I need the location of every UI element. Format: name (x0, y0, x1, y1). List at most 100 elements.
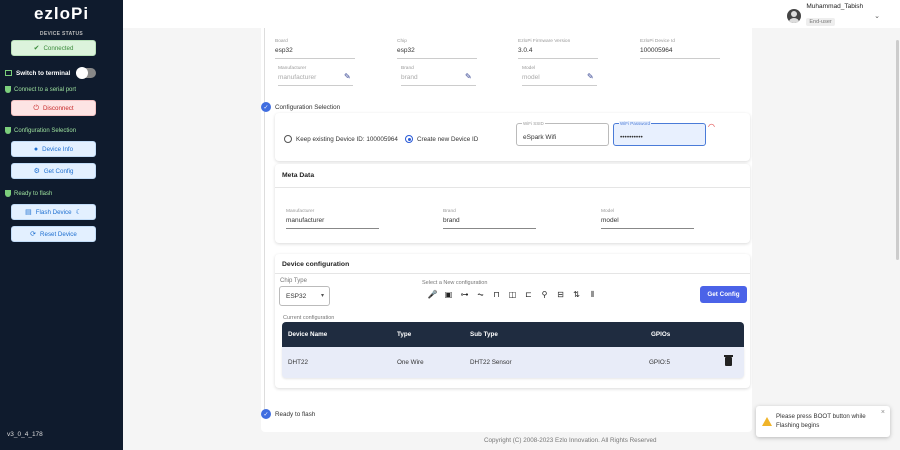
model-underline (522, 85, 597, 86)
check-circle-icon: ✔ (33, 44, 40, 52)
warning-icon (762, 417, 772, 426)
chip-field: Chip esp32 (397, 39, 415, 54)
keep-existing-label: Keep existing Device ID: 100005964 (296, 135, 398, 143)
chip-label: Chip (397, 39, 407, 44)
device-info-label: Device Info (42, 145, 74, 153)
meta-manufacturer-value: manufacturer (286, 217, 325, 224)
spinner-icon: ☾ (75, 208, 82, 216)
brand-value: brand (401, 74, 418, 81)
top-bar: Muhammad_Tabish End-user ⌄ (123, 0, 900, 28)
step-ready-flash-label: Ready to flash (275, 410, 316, 418)
reset-device-label: Reset Device (40, 230, 77, 238)
connected-button[interactable]: ✔ Connected (11, 40, 96, 56)
close-icon[interactable]: × (881, 409, 885, 416)
swap-icon[interactable]: ⇅ (571, 289, 582, 300)
uart-icon[interactable]: ⊏ (523, 289, 534, 300)
device-info-button[interactable]: ● Device Info (11, 141, 96, 157)
antenna-icon[interactable]: ⚲ (539, 289, 550, 300)
firmware-field: EzloPi Firmware Version 3.0.4 (518, 39, 570, 54)
device-id-value: 100005964 (640, 47, 673, 54)
edit-manufacturer-icon[interactable]: ✎ (344, 72, 351, 81)
user-name: Muhammad_Tabish (806, 3, 864, 10)
wifi-off-icon[interactable]: ◠ (708, 122, 715, 131)
terminal-toggle[interactable] (76, 67, 97, 79)
meta-brand-field[interactable]: Brand brand (443, 209, 460, 224)
toast-message: Please press BOOT button while Flashing … (776, 413, 866, 429)
firmware-underline (518, 58, 598, 59)
disconnect-button[interactable]: ⏻ Disconnect (11, 100, 96, 116)
meta-model-value: model (601, 217, 619, 224)
sidebar: ezloPi DEVICE STATUS ✔ Connected Switch … (0, 0, 123, 450)
manufacturer-field[interactable]: Manufacturer manufacturer (278, 66, 316, 81)
dimmer-icon[interactable]: ⏦ (475, 289, 486, 300)
config-icon-list: 🎤 ▣ ⊶ ⏦ ⊓ ◫ ⊏ ⚲ ⊟ ⇅ ⫴ (427, 289, 598, 300)
meta-brand-underline (443, 228, 536, 229)
config-selection-label: Configuration Selection (14, 127, 77, 134)
board-field: Board esp32 (275, 39, 293, 54)
th-type: Type (397, 331, 412, 338)
meta-brand-value: brand (443, 217, 460, 224)
spi-icon[interactable]: ⫴ (587, 289, 598, 300)
wifi-password-input[interactable]: WiFi Password •••••••••• (613, 121, 706, 146)
table-row: DHT22 One Wire DHT22 Sensor GPIO:5 (282, 347, 744, 378)
meta-data-title: Meta Data (282, 172, 315, 179)
edit-brand-icon[interactable]: ✎ (465, 72, 472, 81)
step-ready-flash: ✓ Ready to flash (261, 409, 315, 419)
model-field[interactable]: Model model (522, 66, 540, 81)
avatar (787, 8, 802, 23)
device-config-title: Device configuration (282, 261, 350, 268)
servo-icon[interactable]: ⊶ (459, 289, 470, 300)
wifi-password-value: •••••••••• (620, 134, 643, 141)
disconnect-label: Disconnect (42, 104, 74, 112)
reset-device-button[interactable]: ⟳ Reset Device (11, 226, 96, 242)
power-icon: ⏻ (33, 104, 39, 112)
model-label: Model (522, 66, 536, 71)
get-config-button[interactable]: Get Config (700, 286, 747, 303)
radio-unchecked-icon (284, 135, 292, 143)
th-device-name: Device Name (288, 331, 328, 338)
chevron-down-icon[interactable]: ⌄ (874, 12, 880, 20)
pulse-icon[interactable]: ⊓ (491, 289, 502, 300)
user-menu[interactable]: Muhammad_Tabish End-user ⌄ (787, 3, 880, 28)
create-new-radio[interactable]: Create new Device ID (405, 135, 478, 143)
flash-icon: ▤ (25, 208, 32, 216)
edit-model-icon[interactable]: ✎ (587, 72, 594, 81)
trash-icon[interactable] (724, 355, 733, 366)
info-icon: ● (33, 145, 39, 153)
connect-serial-section: Connect to a serial port (5, 86, 76, 93)
scrollbar[interactable] (896, 40, 899, 260)
meta-manufacturer-field[interactable]: Manufacturer manufacturer (286, 209, 324, 224)
switch-terminal-row: Switch to terminal (5, 67, 97, 79)
chip-value: esp32 (397, 47, 415, 54)
manufacturer-label: Manufacturer (278, 66, 307, 71)
select-new-config-label: Select a New configuration (422, 280, 488, 286)
chevron-down-icon: ▾ (320, 293, 324, 299)
board-label: Board (275, 39, 288, 44)
relay-icon[interactable]: ▣ (443, 289, 454, 300)
meta-model-field[interactable]: Model model (601, 209, 619, 224)
radio-checked-icon (405, 135, 413, 143)
board-value: esp32 (275, 47, 293, 54)
wifi-ssid-input[interactable]: WiFi SSID eSpark Wifi (516, 121, 609, 146)
gear-icon: ⚙ (33, 167, 40, 175)
wifi-ssid-value: eSpark Wifi (523, 134, 557, 141)
flash-device-button[interactable]: ▤ Flash Device ☾ (11, 204, 96, 220)
get-config-sidebar-button[interactable]: ⚙ Get Config (11, 163, 96, 179)
meta-data-card (275, 164, 750, 243)
chip-type-select[interactable]: Chip Type ESP32 ▾ (279, 278, 330, 306)
app-logo: ezloPi (33, 4, 90, 23)
one-wire-icon[interactable]: ◫ (507, 289, 518, 300)
device-config-divider (275, 273, 750, 274)
brand-field[interactable]: Brand brand (401, 66, 418, 81)
device-id-label: EzloPi Device Id (640, 39, 675, 44)
config-selection-section: Configuration Selection (5, 127, 76, 134)
wifi-ssid-label: WiFi SSID (522, 121, 545, 126)
keep-existing-radio[interactable]: Keep existing Device ID: 100005964 (284, 135, 398, 143)
td-sub-type: DHT22 Sensor (470, 359, 512, 366)
user-role: End-user (806, 18, 835, 26)
meta-brand-label: Brand (443, 209, 456, 214)
microphone-icon[interactable]: 🎤 (427, 289, 438, 300)
i2c-icon[interactable]: ⊟ (555, 289, 566, 300)
check-icon: ✓ (261, 409, 271, 419)
version-label: v3_0_4_178 (7, 431, 43, 438)
